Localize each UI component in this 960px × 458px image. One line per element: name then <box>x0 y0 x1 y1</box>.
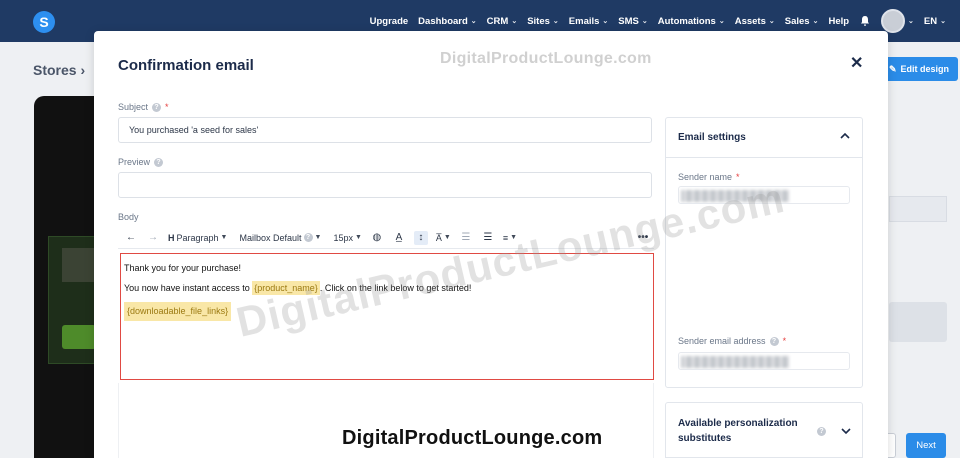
align-select[interactable]: ≡ ▼ <box>503 233 517 243</box>
body-label: Body <box>118 212 139 222</box>
email-body-editor[interactable]: Thank you for your purchase! You now hav… <box>120 253 654 380</box>
heading-icon: H <box>168 232 175 243</box>
editor-line: {downloadable_file_links} <box>124 302 650 321</box>
redo-icon[interactable]: → <box>146 231 160 245</box>
confirmation-email-modal: Confirmation email ✕ Subject ? * You pur… <box>94 31 888 458</box>
watermark-top: DigitalProductLounge.com <box>440 50 652 67</box>
help-icon[interactable]: ? <box>303 233 313 242</box>
chevron-down-icon: ⌄ <box>602 18 609 25</box>
help-icon[interactable]: ? <box>152 102 162 112</box>
background-field <box>889 196 947 222</box>
next-button[interactable]: Next <box>906 433 946 458</box>
sender-name-label: Sender name * <box>678 172 740 182</box>
app-logo[interactable]: S <box>33 11 55 33</box>
chevron-down-icon: ▼ <box>510 234 518 241</box>
sender-email-input[interactable] <box>678 352 850 370</box>
redacted-value <box>681 356 789 368</box>
undo-icon[interactable]: ← <box>124 231 138 245</box>
preview-buy-button <box>62 325 96 349</box>
sender-name-input[interactable] <box>678 186 850 204</box>
help-icon[interactable]: ? <box>769 336 779 346</box>
close-icon[interactable]: ✕ <box>850 53 863 73</box>
font-family-select[interactable]: Mailbox Default ? ▼ <box>239 233 321 243</box>
subject-input[interactable]: You purchased 'a seed for sales' <box>118 117 652 143</box>
editor-toolbar: ← → H Paragraph ▼ Mailbox Default ? ▼ 15… <box>118 227 654 249</box>
help-icon[interactable]: ? <box>817 427 826 436</box>
sender-email-label: Sender email address ? * <box>678 336 787 346</box>
breadcrumb-stores[interactable]: Stores <box>33 62 77 78</box>
nav-item-assets[interactable]: Assets ⌄ <box>735 16 775 27</box>
font-size-select[interactable]: 15px ▼ <box>333 233 361 243</box>
redacted-value <box>681 190 789 202</box>
help-icon[interactable]: ? <box>154 157 164 167</box>
editor-line: Thank you for your purchase! <box>124 263 242 273</box>
nav-item-emails[interactable]: Emails ⌄ <box>569 16 609 27</box>
required-marker: * <box>736 172 740 182</box>
nav-item-sales[interactable]: Sales ⌄ <box>785 16 819 27</box>
preview-label: Preview ? <box>118 157 164 167</box>
product-name-tag: {product_name} <box>252 281 320 295</box>
palette-icon[interactable]: ◍ <box>370 231 384 245</box>
breadcrumb[interactable]: Stores › <box>33 62 85 78</box>
more-options-icon[interactable]: ••• <box>636 231 650 245</box>
chevron-up-icon <box>840 132 850 139</box>
product-thumbnail <box>62 248 96 282</box>
nav-item-sites[interactable]: Sites ⌄ <box>527 16 559 27</box>
email-settings-panel: Email settings Sender name * Sender email… <box>665 117 863 388</box>
chevron-down-icon: ▼ <box>314 234 322 241</box>
chevron-down-icon: ⌄ <box>812 18 819 25</box>
chevron-down-icon: ▼ <box>220 234 228 241</box>
downloadable-links-tag: {downloadable_file_links} <box>124 302 232 321</box>
chevron-down-icon: ⌄ <box>940 18 946 25</box>
chevron-down-icon <box>841 428 851 435</box>
language-select[interactable]: EN ⌄ <box>924 16 946 27</box>
nav-item-crm[interactable]: CRM ⌄ <box>487 16 518 27</box>
outdent-icon[interactable]: ☰ <box>459 231 473 245</box>
required-marker: * <box>165 102 169 112</box>
chevron-down-icon: ▼ <box>443 234 451 241</box>
subject-label: Subject ? * <box>118 102 169 112</box>
paragraph-style-select[interactable]: H Paragraph ▼ <box>168 233 227 243</box>
text-color-select[interactable]: A̅ ▼ <box>436 233 451 243</box>
nav-item-sms[interactable]: SMS ⌄ <box>618 16 647 27</box>
nav-item-upgrade[interactable]: Upgrade <box>370 16 409 27</box>
preview-input[interactable] <box>118 172 652 198</box>
text-color-icon: A̅ <box>435 232 442 243</box>
watermark-bottom: DigitalProductLounge.com <box>342 427 603 449</box>
highlight-icon[interactable]: A̲ <box>392 231 406 245</box>
nav-item-help[interactable]: Help <box>828 16 849 27</box>
email-settings-header[interactable]: Email settings <box>666 118 862 158</box>
line-height-icon[interactable]: ↕ <box>413 230 428 245</box>
avatar <box>881 9 906 33</box>
align-left-icon: ≡ <box>502 232 509 243</box>
nav-item-automations[interactable]: Automations ⌄ <box>658 16 725 27</box>
user-menu[interactable]: ⌄ <box>881 9 914 33</box>
indent-icon[interactable]: ☰ <box>481 231 495 245</box>
personalization-title: Available personalization substitutes <box>678 418 798 444</box>
chevron-down-icon: ⌄ <box>641 18 648 25</box>
chevron-down-icon: ⌄ <box>552 18 559 25</box>
nav-item-dashboard[interactable]: Dashboard ⌄ <box>418 16 477 27</box>
chevron-down-icon: ⌄ <box>768 18 775 25</box>
chevron-down-icon: ▼ <box>354 234 362 241</box>
chevron-right-icon: › <box>80 62 86 78</box>
personalization-panel[interactable]: Available personalization substitutes ? <box>665 402 863 458</box>
editor-line: You now have instant access to {product_… <box>124 281 472 295</box>
chevron-down-icon: ⌄ <box>511 18 518 25</box>
notifications-icon[interactable] <box>859 15 871 27</box>
chevron-down-icon: ⌄ <box>908 18 914 25</box>
chevron-down-icon: ⌄ <box>470 18 477 25</box>
design-icon: ✎ <box>888 63 897 74</box>
chevron-down-icon: ⌄ <box>718 18 725 25</box>
edit-design-button[interactable]: ✎ Edit design <box>880 57 958 81</box>
background-block <box>889 302 947 342</box>
required-marker: * <box>782 336 787 346</box>
modal-title: Confirmation email <box>118 57 254 74</box>
